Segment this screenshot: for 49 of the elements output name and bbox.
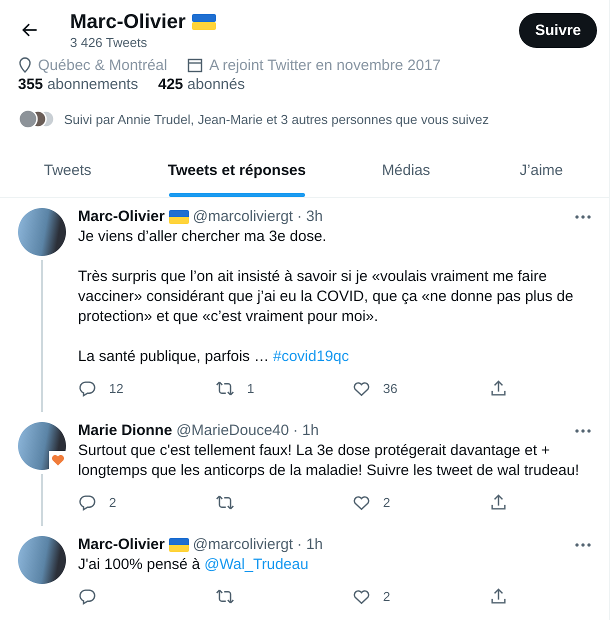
profile-name: Marc-Olivier: [70, 10, 186, 34]
tweet-time[interactable]: · 3h: [296, 208, 323, 225]
avatar[interactable]: [18, 536, 66, 584]
calendar-icon: [187, 57, 204, 73]
retweet-icon[interactable]: [215, 379, 235, 398]
like-count: 36: [383, 381, 398, 396]
retweet-icon[interactable]: [215, 587, 235, 606]
share-icon[interactable]: [489, 379, 508, 398]
like-count: 2: [383, 589, 390, 604]
like-count: 2: [383, 495, 390, 510]
profile-tab[interactable]: Médias: [338, 145, 474, 197]
follow-count-link[interactable]: 355 abonnements: [18, 76, 138, 93]
heart-icon[interactable]: [352, 587, 371, 606]
heart-icon[interactable]: [352, 493, 371, 512]
follower-avatars-icon: [18, 109, 56, 129]
tweet-text: Très surpris que l’on ait insisté à savoir si je «voulais vraiment me faire vacciner» considérant que j’ai eu la COVID, que ça «ne donne pas plus de protection» et que «c’est vraiment pour moi».: [78, 267, 574, 327]
avatar[interactable]: [18, 208, 66, 256]
tweet-time[interactable]: · 1h: [292, 422, 319, 439]
tweet-text: Surtout que c'est tellement faux! La 3e dose protégerait davantage et + longtemps que les anticorps de la maladie! Suivre les tweet de wal trudeau!: [78, 441, 580, 481]
share-icon[interactable]: [489, 587, 508, 606]
retweet-icon[interactable]: [215, 493, 235, 512]
location-icon: [18, 57, 32, 73]
author-name[interactable]: Marc-Olivier: [78, 208, 165, 225]
reply-icon[interactable]: [78, 379, 97, 398]
reply-icon[interactable]: [78, 587, 97, 606]
follow-button[interactable]: Suivre: [519, 12, 597, 48]
tweet-text: Je viens d’aller chercher ma 3e dose.: [78, 227, 328, 247]
retweet-count: 1: [247, 381, 254, 396]
author-handle[interactable]: @marcoliviergt: [192, 536, 293, 553]
location-text: Québec & Montréal: [38, 56, 168, 74]
joined-date: A rejoint Twitter en novembre 2017: [209, 56, 441, 74]
tweet-time[interactable]: · 1h: [296, 536, 323, 553]
author-name[interactable]: Marie Dionne: [78, 422, 172, 439]
share-icon[interactable]: [489, 493, 508, 512]
tweet-text: La santé publique, parfois … #covid19qc: [78, 347, 350, 367]
follow-count-link[interactable]: 425 abonnés: [158, 76, 245, 93]
author-name[interactable]: Marc-Olivier: [78, 536, 165, 553]
author-handle[interactable]: @marcoliviergt: [192, 208, 293, 225]
followed-by-text[interactable]: Suivi par Annie Trudel, Jean-Marie et 3 autres personnes que vous suivez: [64, 112, 489, 126]
profile-tab[interactable]: Tweets: [0, 145, 136, 197]
reply-count: 2: [109, 495, 116, 510]
tweet-text: J'ai 100% pensé à @Wal_Trudeau: [78, 555, 310, 575]
reply-count: 12: [109, 381, 124, 396]
tweet-count: 3 426 Tweets: [70, 34, 148, 50]
profile-tab[interactable]: J’aime: [474, 145, 609, 197]
author-handle[interactable]: @MarieDouce40: [176, 422, 289, 439]
profile-tab[interactable]: Tweets et réponses: [135, 145, 338, 197]
reply-icon[interactable]: [78, 493, 97, 512]
heart-icon[interactable]: [352, 379, 371, 398]
